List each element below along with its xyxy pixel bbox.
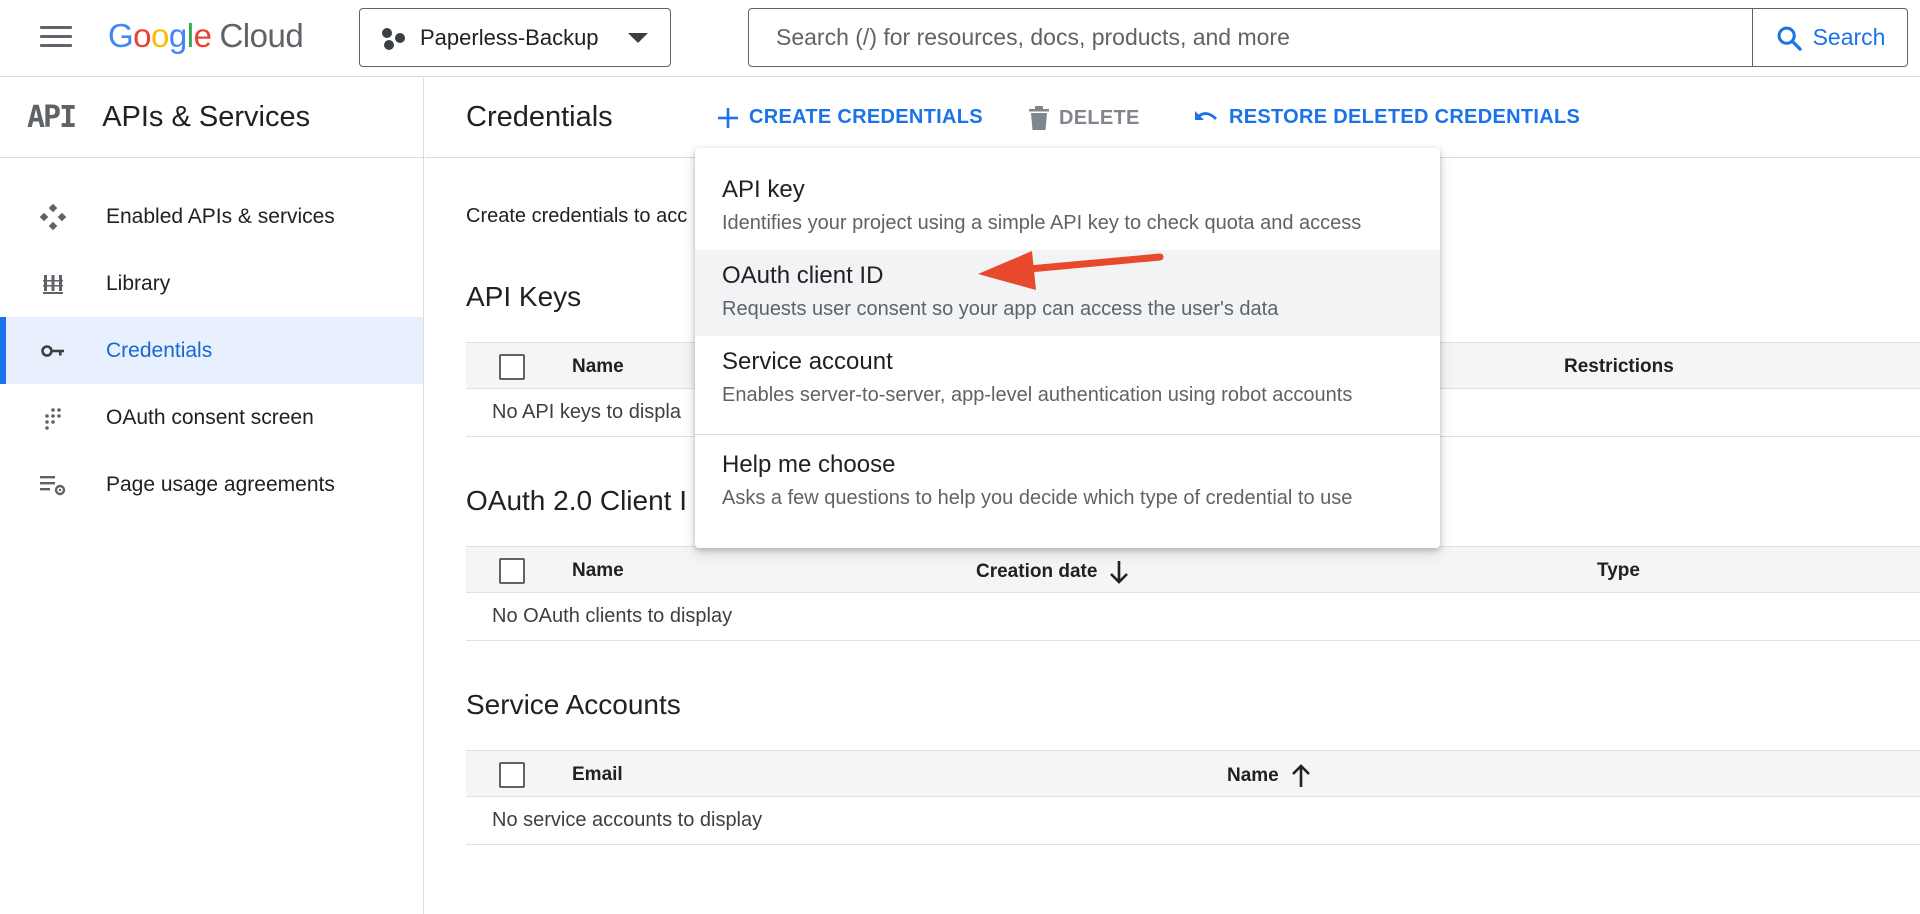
- column-header-label: Creation date: [976, 561, 1098, 582]
- sidebar-item-label: Credentials: [106, 338, 213, 362]
- library-icon: [39, 270, 67, 298]
- action-bar: Credentials CREATE CREDENTIALS DELETE RE…: [425, 78, 1920, 158]
- select-all-checkbox[interactable]: [499, 558, 525, 584]
- main-menu-icon[interactable]: [40, 26, 72, 50]
- oauth-clients-title: OAuth 2.0 Client I: [466, 485, 688, 516]
- project-icon: [382, 25, 408, 51]
- top-bar: Google Cloud Paperless-Backup Search: [0, 0, 1920, 77]
- create-credentials-menu: API key Identifies your project using a …: [695, 148, 1440, 548]
- menu-item-title: Service account: [722, 348, 893, 375]
- column-header-type[interactable]: Type: [1597, 560, 1640, 582]
- logo-letter: l: [186, 17, 194, 54]
- menu-item-description: Identifies your project using a simple A…: [722, 212, 1362, 234]
- sidebar-item-enabled-apis[interactable]: Enabled APIs & services: [0, 183, 423, 250]
- create-credentials-button[interactable]: CREATE CREDENTIALS: [717, 106, 983, 129]
- select-all-checkbox[interactable]: [499, 354, 525, 380]
- empty-message: No OAuth clients to display: [466, 593, 1920, 641]
- logo-letter: G: [108, 17, 134, 54]
- sidebar-item-library[interactable]: Library: [0, 250, 423, 317]
- sidebar-item-label: OAuth consent screen: [106, 405, 314, 429]
- restore-deleted-credentials-button[interactable]: RESTORE DELETED CREDENTIALS: [1193, 106, 1580, 129]
- caret-down-icon: [628, 32, 648, 43]
- create-credentials-label: CREATE CREDENTIALS: [749, 106, 983, 128]
- api-keys-title: API Keys: [466, 281, 582, 312]
- menu-item-title: OAuth client ID: [722, 262, 884, 289]
- sidebar-header: API APIs & Services: [0, 78, 423, 158]
- column-header-creation-date[interactable]: Creation date: [976, 560, 1129, 584]
- sidebar-item-page-usage[interactable]: Page usage agreements: [0, 451, 423, 518]
- column-header-name[interactable]: Name: [572, 356, 624, 378]
- api-icon: API: [27, 100, 77, 135]
- sidebar-item-label: Enabled APIs & services: [106, 204, 335, 228]
- menu-item-description: Requests user consent so your app can ac…: [722, 298, 1279, 320]
- menu-item-oauth-client-id[interactable]: OAuth client ID Requests user consent so…: [695, 250, 1440, 336]
- logo-letter: g: [168, 17, 187, 54]
- project-picker[interactable]: Paperless-Backup: [359, 8, 671, 67]
- column-header-email[interactable]: Email: [572, 764, 623, 786]
- sidebar: API APIs & Services Enabled APIs & servi…: [0, 78, 424, 914]
- oauth-clients-table: Name Creation date Type No OAuth clients…: [466, 546, 1920, 641]
- sidebar-item-credentials[interactable]: Credentials: [0, 317, 423, 384]
- search-button[interactable]: Search: [1752, 9, 1907, 66]
- menu-item-description: Asks a few questions to help you decide …: [722, 487, 1353, 509]
- service-accounts-table: Email Name No service accounts to displa…: [466, 750, 1920, 845]
- diamond-grid-icon: [39, 203, 67, 231]
- trash-icon: [1029, 106, 1049, 130]
- arrow-down-icon: [1110, 561, 1129, 584]
- column-header-label: Name: [1227, 765, 1279, 786]
- search-bar: Search: [748, 8, 1908, 67]
- logo-letter: e: [193, 17, 212, 54]
- table-header: Email Name: [466, 750, 1920, 797]
- logo-cloud-text: Cloud: [219, 17, 304, 54]
- logo-letter: o: [151, 17, 169, 54]
- google-cloud-logo[interactable]: Google Cloud: [108, 17, 304, 55]
- list-settings-icon: [39, 471, 67, 499]
- service-accounts-title: Service Accounts: [466, 689, 681, 720]
- menu-item-description: Enables server-to-server, app-level auth…: [722, 384, 1353, 406]
- delete-button[interactable]: DELETE: [1029, 106, 1140, 130]
- column-header-name[interactable]: Name: [1227, 764, 1311, 788]
- menu-divider: [695, 434, 1440, 435]
- sidebar-item-label: Library: [106, 271, 171, 295]
- table-header: Name Creation date Type: [466, 546, 1920, 593]
- sidebar-item-label: Page usage agreements: [106, 472, 335, 496]
- search-button-label: Search: [1812, 24, 1886, 50]
- delete-label: DELETE: [1059, 106, 1140, 129]
- menu-item-title: API key: [722, 176, 805, 203]
- menu-item-title: Help me choose: [722, 451, 896, 478]
- sidebar-nav: Enabled APIs & services Library Credenti…: [0, 158, 423, 518]
- restore-label: RESTORE DELETED CREDENTIALS: [1229, 106, 1581, 128]
- menu-item-api-key[interactable]: API key Identifies your project using a …: [695, 164, 1440, 250]
- dots-grid-icon: [39, 404, 67, 432]
- column-header-name[interactable]: Name: [572, 560, 624, 582]
- select-all-checkbox[interactable]: [499, 762, 525, 788]
- menu-item-service-account[interactable]: Service account Enables server-to-server…: [695, 336, 1440, 422]
- empty-message: No service accounts to display: [466, 797, 1920, 845]
- search-icon: [1777, 26, 1802, 51]
- menu-item-help-me-choose[interactable]: Help me choose Asks a few questions to h…: [695, 451, 1440, 537]
- undo-icon: [1195, 110, 1217, 120]
- page-title: Credentials: [466, 101, 613, 133]
- sidebar-item-oauth-consent[interactable]: OAuth consent screen: [0, 384, 423, 451]
- arrow-up-icon: [1291, 764, 1310, 787]
- intro-text: Create credentials to acc: [466, 205, 688, 227]
- plus-icon: [718, 107, 738, 128]
- key-icon: [39, 337, 67, 365]
- column-header-restrictions[interactable]: Restrictions: [1564, 356, 1674, 378]
- search-input[interactable]: [749, 9, 1752, 66]
- sidebar-title: APIs & Services: [102, 101, 311, 133]
- logo-letter: o: [133, 17, 152, 54]
- project-name: Paperless-Backup: [420, 24, 599, 50]
